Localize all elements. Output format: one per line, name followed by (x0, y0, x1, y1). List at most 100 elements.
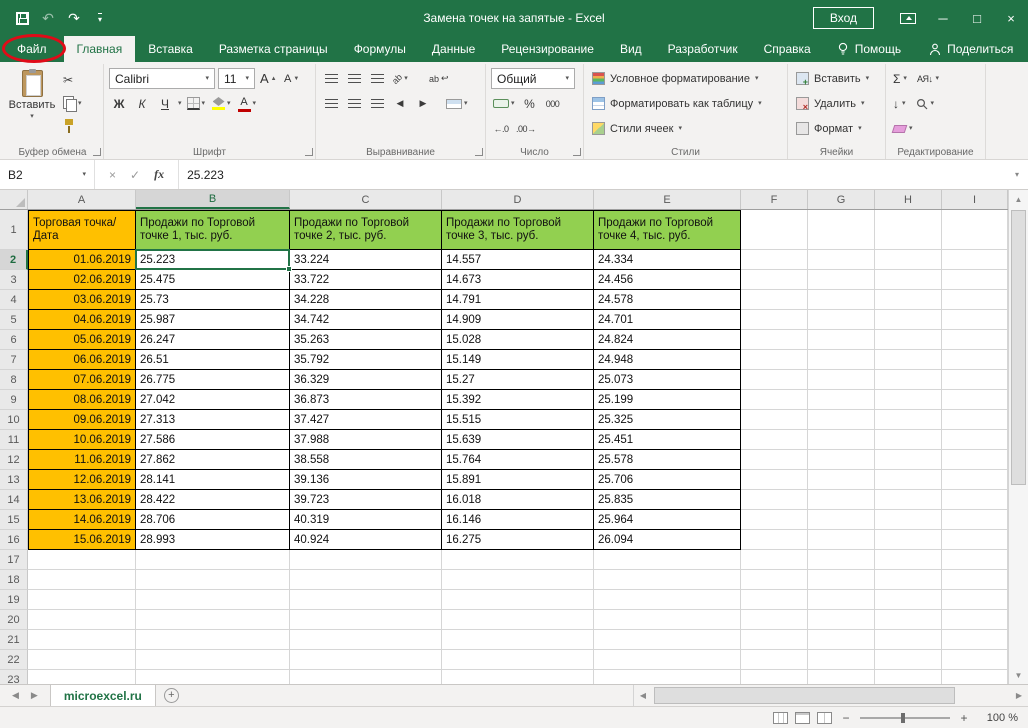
borders-button[interactable]: ▾ (185, 93, 208, 115)
scroll-left-arrow[interactable]: ◀ (634, 691, 652, 700)
cell-D18[interactable] (442, 570, 594, 590)
cell-C18[interactable] (290, 570, 442, 590)
cell-D5[interactable]: 14.909 (442, 310, 594, 330)
row-header-9[interactable]: 9 (0, 390, 28, 410)
cell-F17[interactable] (741, 550, 808, 570)
cell-B7[interactable]: 26.51 (136, 350, 290, 370)
cell-I17[interactable] (942, 550, 1008, 570)
tab-formulas[interactable]: Формулы (341, 36, 419, 62)
cell-D23[interactable] (442, 670, 594, 684)
cell-H7[interactable] (875, 350, 942, 370)
column-header-I[interactable]: I (942, 190, 1008, 209)
tab-home[interactable]: Главная (63, 36, 136, 62)
cell-I2[interactable] (942, 250, 1008, 270)
cell-E9[interactable]: 25.199 (594, 390, 741, 410)
cell-A11[interactable]: 10.06.2019 (28, 430, 136, 450)
cell-A9[interactable]: 08.06.2019 (28, 390, 136, 410)
cell-D14[interactable]: 16.018 (442, 490, 594, 510)
cell-H18[interactable] (875, 570, 942, 590)
minimize-button[interactable]: ─ (926, 0, 960, 36)
cell-B10[interactable]: 27.313 (136, 410, 290, 430)
cell-H11[interactable] (875, 430, 942, 450)
row-header-8[interactable]: 8 (0, 370, 28, 390)
cell-B3[interactable]: 25.475 (136, 270, 290, 290)
cell-G19[interactable] (808, 590, 875, 610)
cell-H12[interactable] (875, 450, 942, 470)
autosum-button[interactable]: Σ ▾ (893, 72, 907, 86)
font-name-select[interactable]: Calibri ▾ (109, 68, 215, 89)
cell-E2[interactable]: 24.334 (594, 250, 741, 270)
cell-C21[interactable] (290, 630, 442, 650)
normal-view-button[interactable] (773, 711, 788, 724)
zoom-slider-thumb[interactable] (901, 712, 906, 723)
cell-C22[interactable] (290, 650, 442, 670)
cell-D1[interactable]: Продажи по Торговой точке 3, тыс. руб. (442, 210, 594, 250)
cell-G21[interactable] (808, 630, 875, 650)
cell-A2[interactable]: 01.06.2019 (28, 250, 136, 270)
align-center-button[interactable] (344, 93, 364, 115)
cell-A5[interactable]: 04.06.2019 (28, 310, 136, 330)
cell-I22[interactable] (942, 650, 1008, 670)
column-header-C[interactable]: C (290, 190, 442, 209)
cell-A6[interactable]: 05.06.2019 (28, 330, 136, 350)
cell-B6[interactable]: 26.247 (136, 330, 290, 350)
insert-cells-button[interactable]: Вставить ▾ (793, 66, 880, 91)
cell-B13[interactable]: 28.141 (136, 470, 290, 490)
cell-I21[interactable] (942, 630, 1008, 650)
cell-F13[interactable] (741, 470, 808, 490)
vertical-scroll-thumb[interactable] (1011, 210, 1026, 485)
cell-G1[interactable] (808, 210, 875, 250)
page-layout-view-button[interactable] (795, 711, 810, 724)
tab-insert[interactable]: Вставка (135, 36, 206, 62)
cell-H17[interactable] (875, 550, 942, 570)
undo-button[interactable]: ↶ (38, 6, 58, 30)
cell-A3[interactable]: 02.06.2019 (28, 270, 136, 290)
cell-C19[interactable] (290, 590, 442, 610)
cell-G6[interactable] (808, 330, 875, 350)
vertical-scrollbar[interactable]: ▲ ▼ (1008, 190, 1028, 684)
cell-E1[interactable]: Продажи по Торговой точке 4, тыс. руб. (594, 210, 741, 250)
font-size-select[interactable]: 11 ▾ (218, 68, 255, 89)
wrap-text-button[interactable]: ab ↩ (427, 68, 451, 90)
scroll-right-arrow[interactable]: ▶ (1010, 691, 1028, 700)
cell-A20[interactable] (28, 610, 136, 630)
row-header-2[interactable]: 2 (0, 250, 28, 270)
cell-D11[interactable]: 15.639 (442, 430, 594, 450)
cell-B17[interactable] (136, 550, 290, 570)
cell-E5[interactable]: 24.701 (594, 310, 741, 330)
save-button[interactable] (12, 6, 32, 30)
cell-D10[interactable]: 15.515 (442, 410, 594, 430)
merge-center-button[interactable]: ▾ (444, 93, 470, 115)
cell-F4[interactable] (741, 290, 808, 310)
cell-C20[interactable] (290, 610, 442, 630)
scroll-down-arrow[interactable]: ▼ (1009, 666, 1028, 684)
column-header-H[interactable]: H (875, 190, 942, 209)
row-header-19[interactable]: 19 (0, 590, 28, 610)
tab-file[interactable]: Файл (0, 36, 64, 62)
cell-A4[interactable]: 03.06.2019 (28, 290, 136, 310)
cell-I1[interactable] (942, 210, 1008, 250)
cell-D6[interactable]: 15.028 (442, 330, 594, 350)
cell-A15[interactable]: 14.06.2019 (28, 510, 136, 530)
cell-E8[interactable]: 25.073 (594, 370, 741, 390)
increase-indent-button[interactable]: ▶ (413, 93, 433, 115)
cell-F3[interactable] (741, 270, 808, 290)
cell-F15[interactable] (741, 510, 808, 530)
cell-C1[interactable]: Продажи по Торговой точке 2, тыс. руб. (290, 210, 442, 250)
font-color-button[interactable]: А ▾ (236, 93, 259, 115)
cell-B2[interactable]: 25.223 (136, 250, 290, 270)
number-format-select[interactable]: Общий ▾ (491, 68, 575, 89)
tab-view[interactable]: Вид (607, 36, 655, 62)
italic-button[interactable]: К (132, 93, 152, 115)
horizontal-scroll-thumb[interactable] (654, 687, 955, 704)
maximize-button[interactable]: □ (960, 0, 994, 36)
cell-I4[interactable] (942, 290, 1008, 310)
cell-G13[interactable] (808, 470, 875, 490)
cell-D13[interactable]: 15.891 (442, 470, 594, 490)
row-header-5[interactable]: 5 (0, 310, 28, 330)
cell-D15[interactable]: 16.146 (442, 510, 594, 530)
cell-H21[interactable] (875, 630, 942, 650)
formula-bar-value[interactable]: 25.223 (179, 160, 1006, 189)
decrease-decimal-button[interactable]: .00→ (514, 118, 538, 140)
cell-I12[interactable] (942, 450, 1008, 470)
